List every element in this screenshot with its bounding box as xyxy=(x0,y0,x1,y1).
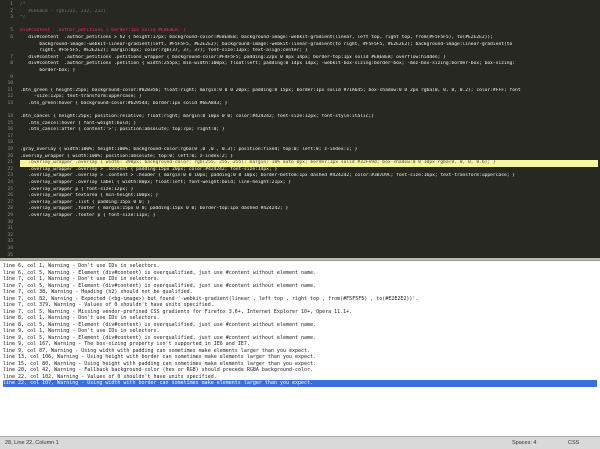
code-line[interactable] xyxy=(20,134,598,141)
line-number: 10 xyxy=(7,81,13,87)
code-line[interactable]: .overlay_wrapper { width:100%; position:… xyxy=(20,154,598,161)
code-line[interactable]: right, #F5F5F5, #E2E2E2); margin:0px; co… xyxy=(20,48,598,55)
line-number: 19 xyxy=(7,147,13,153)
line-number: 5 xyxy=(10,28,13,34)
code-line[interactable]: .btn_green:hover { background-color:#629… xyxy=(20,101,598,108)
code-line[interactable] xyxy=(20,75,598,82)
lint-output-panel[interactable]: line 6, col 1, Warning - Don't use IDs i… xyxy=(0,260,600,436)
line-number: 3 xyxy=(10,15,13,21)
line-number-gutter: 1 2 3 5 6 7 8 9 10 11 12 13 14 15 16 17 18 19 20 21 22 23 24 25… xyxy=(0,0,16,258)
code-line[interactable]: .overlay_wrapper .overlay > .content { p… xyxy=(20,167,598,174)
line-number: 31 xyxy=(7,226,13,232)
line-number xyxy=(0,48,16,55)
line-number: 16 xyxy=(7,127,13,133)
code-line[interactable]: */ xyxy=(20,15,598,22)
code-area[interactable]: /* #E8E8E8 - rgb(232, 232, 232) */ div#con… xyxy=(20,2,598,220)
code-editor[interactable]: 1 2 3 5 6 7 8 9 10 11 12 13 14 15 16 17 18 19 20 21 22 23 24 25… xyxy=(0,0,600,258)
line-number: 2 xyxy=(10,8,13,14)
code-line[interactable]: .btn_cancel:after { content:'>'; positio… xyxy=(20,127,598,134)
line-number: 26 xyxy=(7,193,13,199)
indentation-setting[interactable]: Spaces: 4 xyxy=(512,437,536,449)
code-line[interactable]: /* xyxy=(20,2,598,9)
line-number: 24 xyxy=(7,180,13,186)
code-line[interactable]: -size:12px; text-transform:uppercase; } xyxy=(20,94,598,101)
code-line[interactable]: .overlay_wrapper .overlay > .content > .… xyxy=(20,173,598,180)
code-line[interactable] xyxy=(20,81,598,88)
code-line[interactable] xyxy=(20,108,598,115)
line-number: 1 xyxy=(10,2,13,7)
line-number: 14 xyxy=(7,114,13,120)
code-line[interactable]: .overlay_wrapper .footer { margin:15px 0… xyxy=(20,206,598,213)
code-line[interactable]: #E8E8E8 - rgb(232, 232, 232) xyxy=(20,9,598,16)
line-number: 21 xyxy=(7,160,13,166)
line-number xyxy=(0,68,16,75)
syntax-selector[interactable]: CSS xyxy=(568,437,579,449)
code-line[interactable]: .overlay_wrapper textarea { min-height:1… xyxy=(20,193,598,200)
code-line[interactable]: .btn_green { height:25px; background-col… xyxy=(20,88,598,95)
line-number: 7 xyxy=(10,54,13,60)
line-number: 29 xyxy=(7,213,13,218)
line-number: 34 xyxy=(7,245,13,251)
code-line[interactable]: background-image:-webkit-linear-gradient… xyxy=(20,42,598,49)
code-line[interactable]: div#content .author_petitions .petitions… xyxy=(20,55,598,62)
line-number xyxy=(0,42,16,49)
code-line[interactable]: .overlay_wrapper p { font-size:12px; } xyxy=(20,187,598,194)
line-number xyxy=(0,22,16,29)
line-number: 12 xyxy=(7,94,13,100)
line-number: 6 xyxy=(10,34,13,40)
code-line[interactable]: div#content .author_petitions { border:1… xyxy=(20,28,598,35)
code-line[interactable]: .btn_cancel { height:25px; position:rela… xyxy=(20,114,598,121)
line-number: 28 xyxy=(7,206,13,212)
code-line[interactable]: div#content .author_petitions > h2 { hei… xyxy=(20,35,598,42)
code-line[interactable]: .overlay_wrapper .footer p { font-size:1… xyxy=(20,213,598,220)
line-number: 13 xyxy=(7,100,13,106)
cursor-position: 28, Line 22, Column 1 xyxy=(5,440,59,446)
code-line[interactable]: div#content .author_petitions .petition … xyxy=(20,61,598,68)
code-line[interactable]: .btn_cancel:hover { font-weight:bold; } xyxy=(20,121,598,128)
code-line[interactable]: .overlay_wrapper .overlay label { width:… xyxy=(20,180,598,187)
lint-warning-row[interactable]: line 22, col 107, Warning - Using width … xyxy=(3,380,597,387)
code-line[interactable]: border-box; } xyxy=(20,68,598,75)
code-line[interactable]: .gray_overlay { width:100%; height:100%;… xyxy=(20,147,598,154)
code-line[interactable]: .overlay_wrapper .overlay { width: 390px… xyxy=(20,160,598,167)
line-number: 8 xyxy=(10,61,13,67)
code-line[interactable]: .overlay_wrapper .list { padding:15px 0 … xyxy=(20,200,598,207)
code-line[interactable] xyxy=(20,140,598,147)
status-bar: 28, Line 22, Column 1 Spaces: 4 CSS xyxy=(0,436,600,449)
code-line[interactable] xyxy=(20,22,598,29)
line-number: 33 xyxy=(7,239,13,245)
